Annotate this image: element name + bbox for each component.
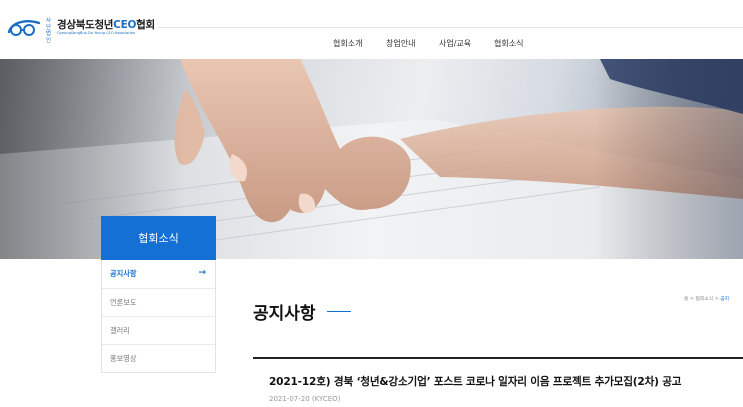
logo-prefix-line1: 사단 [46,18,52,31]
breadcrumb: 홈 > 협회소식 > 공지 [684,295,729,302]
sidebar-item-gallery[interactable]: 갤러리 [102,316,215,344]
sidebar-menu: 공지사항 → 언론보도 갤러리 홍보영상 [101,260,216,373]
sidebar-item-label: 갤러리 [110,325,130,335]
breadcrumb-home[interactable]: 홈 [684,297,688,302]
post-meta: 2021-07-20 (KYCEO) [269,395,341,403]
post-title[interactable]: 2021-12호) 경북 ‘청년&강소기업’ 포스트 코로나 일자리 이음 프로… [269,374,682,389]
nav-item-news[interactable]: 협회소식 [494,38,523,49]
breadcrumb-current: 공지 [720,297,730,302]
page-title: 공지사항 [253,304,316,324]
sidebar-item-press[interactable]: 언론보도 [102,288,215,316]
nav-item-startup[interactable]: 창업안내 [386,38,415,49]
sidebar-title: 협회소식 [138,232,179,245]
breadcrumb-separator: > [714,297,719,302]
logo-name-tail: 협회 [136,19,155,31]
arrow-right-icon: → [198,268,206,278]
breadcrumb-separator: > [689,297,694,302]
breadcrumb-section[interactable]: 협회소식 [696,297,714,302]
sidebar-item-label: 공지사항 [110,269,137,278]
nav-item-business[interactable]: 사업/교육 [439,38,471,49]
logo-subtitle: GyeongSangBuk-Do Young CEO Association [57,31,136,35]
sidebar-item-label: 언론보도 [110,297,137,307]
logo-name: 경상북도청년CEO협회 [57,17,155,32]
logo-name-main: 경상북도청년 [57,19,114,31]
logo-name-accent: CEO [113,19,137,31]
title-decoration [327,311,351,312]
site-header: 사단 법인 경상북도청년CEO협회 GyeongSangBuk-Do Young… [0,0,743,59]
sidebar-title-box: 협회소식 [101,216,216,260]
header-divider [158,27,743,28]
sidebar-item-label: 홍보영상 [110,353,137,363]
nav-item-about[interactable]: 협회소개 [333,38,362,49]
sidebar-item-video[interactable]: 홍보영상 [102,344,215,372]
main-nav: 협회소개 창업안내 사업/교육 협회소식 [0,38,743,50]
logo-mark-icon [7,20,41,36]
sidebar-item-notice[interactable]: 공지사항 → [102,260,215,288]
post-top-border [253,357,743,359]
